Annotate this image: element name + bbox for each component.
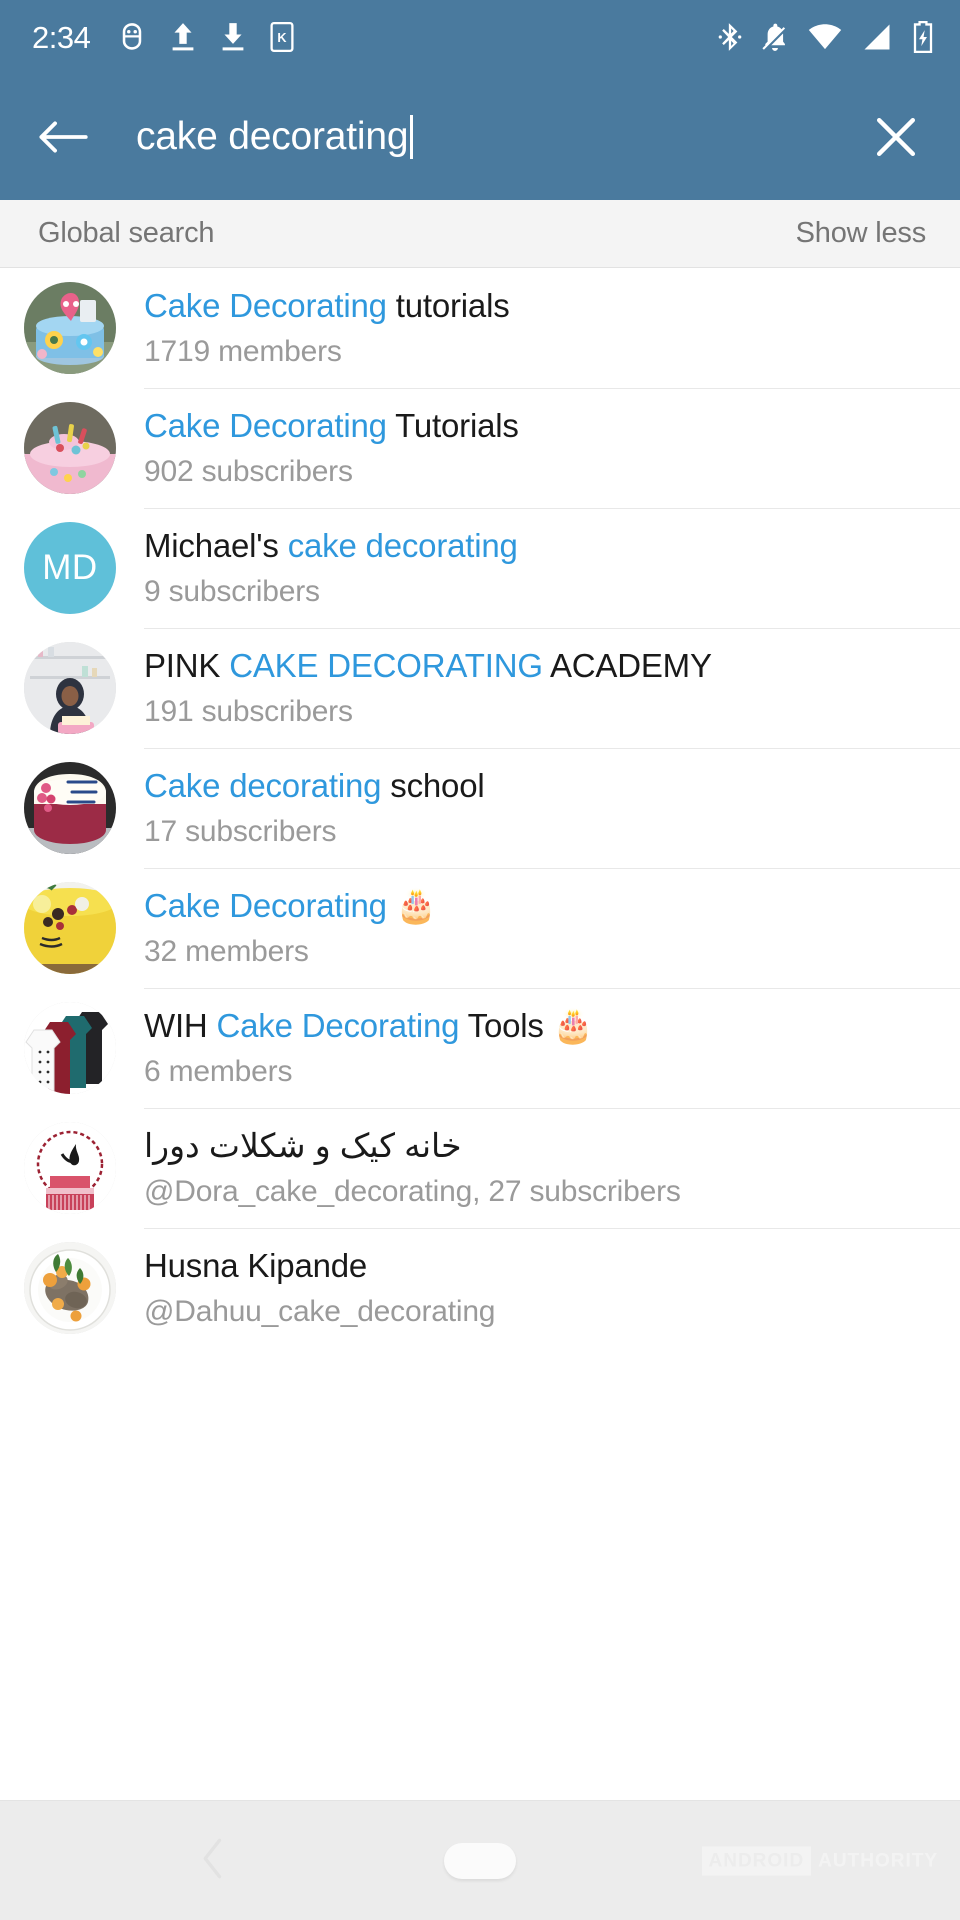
status-right-icons bbox=[718, 21, 934, 53]
result-title: Cake Decorating Tutorials bbox=[144, 407, 940, 446]
result-title: Cake Decorating tutorials bbox=[144, 287, 940, 326]
back-button[interactable] bbox=[34, 108, 92, 166]
result-row[interactable]: Cake Decorating Tutorials 902 subscribers bbox=[0, 388, 960, 508]
result-subtitle: 1719 members bbox=[144, 334, 342, 368]
result-subtitle: 191 subscribers bbox=[144, 694, 353, 728]
result-title: Husna Kipande bbox=[144, 1247, 940, 1286]
show-less-button[interactable]: Show less bbox=[796, 217, 927, 250]
android-debug-icon bbox=[118, 22, 146, 52]
result-title-match: Cake Decorating bbox=[216, 1007, 460, 1045]
result-text-block: Cake Decorating 🎂 32 members bbox=[144, 887, 940, 969]
result-text-block: خانه کیک و شکلات دورا @Dora_cake_decorati… bbox=[144, 1127, 940, 1209]
search-app-bar: cake decorating bbox=[0, 74, 960, 200]
result-title-plain: Tutorials bbox=[386, 407, 519, 445]
bluetooth-icon bbox=[718, 22, 742, 52]
result-title-plain: Tools 🎂 bbox=[459, 1007, 594, 1045]
status-clock: 2:34 bbox=[32, 19, 91, 55]
global-search-header: Global search Show less bbox=[0, 200, 960, 268]
result-row[interactable]: MD Michael's cake decorating 9 subscribers bbox=[0, 508, 960, 628]
result-title-match: Cake decorating bbox=[144, 767, 382, 805]
result-row[interactable]: PINK CAKE DECORATING ACADEMY 191 subscrib… bbox=[0, 628, 960, 748]
battery-charging-icon bbox=[912, 21, 934, 53]
result-title-match: Cake Decorating bbox=[144, 407, 387, 445]
result-subtitle: 902 subscribers bbox=[144, 454, 353, 488]
result-title: WIH Cake Decorating Tools 🎂 bbox=[144, 1007, 940, 1046]
status-left-icons: K bbox=[118, 22, 294, 52]
back-arrow-icon bbox=[39, 121, 88, 153]
result-text-block: Michael's cake decorating 9 subscribers bbox=[144, 527, 940, 609]
result-title: Michael's cake decorating bbox=[144, 527, 940, 566]
search-input[interactable]: cake decorating bbox=[136, 115, 848, 159]
search-results-list: Cake Decorating tutorials 1719 members Ca… bbox=[0, 268, 960, 1800]
avatar-cake-characters bbox=[24, 282, 116, 374]
result-title-match: Cake Decorating bbox=[144, 887, 387, 925]
result-title-match: cake decorating bbox=[287, 527, 518, 565]
result-title-plain: Husna Kipande bbox=[144, 1247, 368, 1285]
k-badge-icon: K bbox=[270, 22, 294, 52]
avatar-food-plate bbox=[24, 1242, 116, 1334]
result-title: Cake Decorating 🎂 bbox=[144, 887, 940, 926]
result-row[interactable]: خانه کیک و شکلات دورا @Dora_cake_decorati… bbox=[0, 1108, 960, 1228]
phone-screen: 2:34 K cake decorating Global search Sho… bbox=[0, 0, 960, 1920]
result-subtitle: 9 subscribers bbox=[144, 574, 320, 608]
result-text-block: Husna Kipande @Dahuu_cake_decorating bbox=[144, 1247, 940, 1329]
result-text-block: Cake decorating school 17 subscribers bbox=[144, 767, 940, 849]
avatar-yellow-birthday-cake bbox=[24, 882, 116, 974]
cellular-signal-icon bbox=[862, 22, 892, 52]
notifications-muted-icon bbox=[762, 22, 788, 52]
download-arrow-icon bbox=[220, 22, 246, 52]
result-text-block: Cake Decorating tutorials 1719 members bbox=[144, 287, 940, 369]
clear-search-button[interactable] bbox=[868, 109, 924, 165]
avatar-chef-coats bbox=[24, 1002, 116, 1094]
system-navigation-bar: ANDROID AUTHORITY bbox=[0, 1800, 960, 1920]
result-title: Cake decorating school bbox=[144, 767, 940, 806]
result-row[interactable]: WIH Cake Decorating Tools 🎂 6 members bbox=[0, 988, 960, 1108]
chevron-left-icon bbox=[203, 1838, 222, 1878]
section-title: Global search bbox=[38, 217, 215, 249]
result-text-block: WIH Cake Decorating Tools 🎂 6 members bbox=[144, 1007, 940, 1089]
result-title-plain: خانه کیک و شکلات دورا bbox=[144, 1127, 462, 1165]
result-subtitle: @Dora_cake_decorating, 27 subscribers bbox=[144, 1174, 681, 1208]
avatar-baker-portrait bbox=[24, 642, 116, 734]
result-title-plain: tutorials bbox=[386, 287, 510, 325]
result-subtitle: 17 subscribers bbox=[144, 814, 337, 848]
result-title-match: CAKE DECORATING bbox=[229, 647, 543, 685]
result-subtitle: @Dahuu_cake_decorating bbox=[144, 1294, 496, 1328]
watermark-first-word: ANDROID bbox=[701, 1846, 812, 1875]
avatar-heart-cake bbox=[24, 762, 116, 854]
result-row[interactable]: Cake Decorating 🎂 32 members bbox=[0, 868, 960, 988]
result-subtitle: 32 members bbox=[144, 934, 309, 968]
result-row[interactable]: Cake decorating school 17 subscribers bbox=[0, 748, 960, 868]
avatar-pink-cake bbox=[24, 402, 116, 494]
watermark-second-word: AUTHORITY bbox=[818, 1850, 938, 1871]
result-text-block: PINK CAKE DECORATING ACADEMY 191 subscrib… bbox=[144, 647, 940, 729]
result-title-match: Cake Decorating bbox=[144, 287, 387, 325]
result-title-plain: WIH bbox=[144, 1007, 217, 1045]
result-title-plain: Michael's bbox=[144, 527, 288, 565]
result-row[interactable]: Husna Kipande @Dahuu_cake_decorating bbox=[0, 1228, 960, 1348]
status-bar: 2:34 K bbox=[0, 0, 960, 74]
result-row[interactable]: Cake Decorating tutorials 1719 members bbox=[0, 268, 960, 388]
upload-arrow-icon bbox=[170, 22, 196, 52]
text-cursor bbox=[410, 115, 414, 159]
result-title: PINK CAKE DECORATING ACADEMY bbox=[144, 647, 940, 686]
avatar-dora-logo-cake bbox=[24, 1122, 116, 1214]
android-authority-watermark: ANDROID AUTHORITY bbox=[701, 1846, 941, 1875]
result-title-plain: school bbox=[381, 767, 485, 805]
result-text-block: Cake Decorating Tutorials 902 subscribers bbox=[144, 407, 940, 489]
result-title: خانه کیک و شکلات دورا bbox=[144, 1127, 940, 1166]
avatar-initials-text: MD bbox=[42, 548, 98, 587]
search-input-value: cake decorating bbox=[136, 115, 409, 158]
result-subtitle: 6 members bbox=[144, 1054, 293, 1088]
result-title-plain: 🎂 bbox=[386, 887, 437, 925]
svg-text:K: K bbox=[278, 31, 288, 45]
avatar-initials-md: MD bbox=[24, 522, 116, 614]
result-title-plain: ACADEMY bbox=[542, 647, 712, 685]
nav-home-pill[interactable] bbox=[444, 1842, 516, 1879]
nav-back-button[interactable] bbox=[200, 1836, 226, 1885]
close-icon bbox=[876, 117, 916, 157]
result-title-plain: PINK bbox=[144, 647, 230, 685]
wifi-icon bbox=[808, 22, 842, 52]
